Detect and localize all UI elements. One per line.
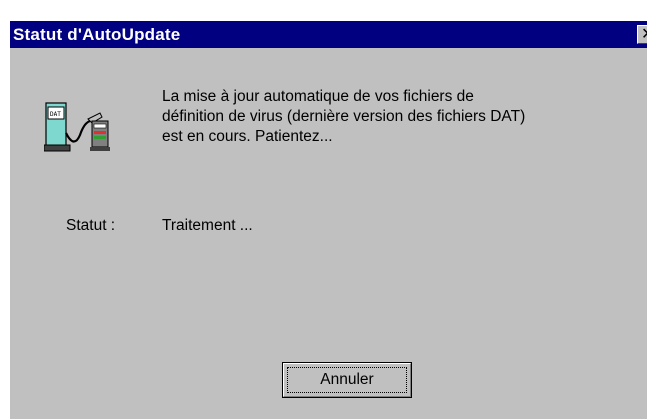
close-button[interactable]: ✕ — [637, 25, 647, 44]
cancel-button[interactable]: Annuler — [282, 362, 412, 398]
close-icon: ✕ — [641, 27, 647, 43]
cancel-button-label: Annuler — [320, 371, 374, 388]
update-message: La mise à jour automatique de vos fichie… — [162, 87, 642, 147]
message-line-3: est en cours. Patientez... — [162, 128, 333, 145]
svg-text:DAT: DAT — [50, 111, 61, 118]
status-label: Statut : — [66, 217, 116, 234]
status-value: Traitement ... — [162, 217, 253, 234]
autoupdate-status-dialog: Statut d'AutoUpdate ✕ DAT La mise à jour… — [8, 19, 647, 419]
window-title: Statut d'AutoUpdate — [13, 25, 181, 44]
gas-pump-update-icon: DAT — [44, 102, 110, 152]
message-line-1: La mise à jour automatique de vos fichie… — [162, 88, 474, 105]
message-line-2: définition de virus (dernière version de… — [162, 108, 526, 125]
title-bar[interactable]: Statut d'AutoUpdate ✕ — [10, 21, 647, 48]
